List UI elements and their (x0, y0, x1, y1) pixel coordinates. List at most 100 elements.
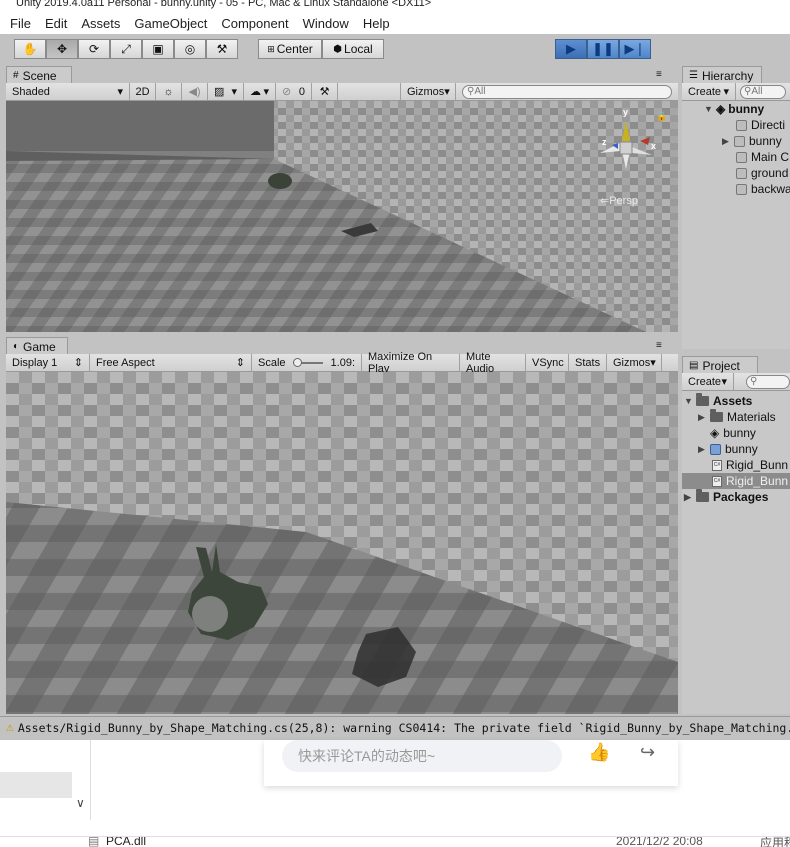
scene-menu-icon[interactable]: ≡ (656, 69, 662, 80)
move-tool-button[interactable]: ✥ (46, 39, 78, 59)
transform-tool-button[interactable]: ◎ (174, 39, 206, 59)
file-list-row[interactable]: ▤ PCA.dll 2021/12/2 20:08 应用程 (0, 836, 790, 847)
hierarchy-item[interactable]: backwa (736, 181, 790, 197)
speaker-icon: ◀) (188, 86, 201, 98)
effects-dropdown[interactable]: ▨ ▾ (208, 83, 244, 100)
warning-icon: ⚠ (6, 720, 14, 735)
tab-hierarchy[interactable]: ☰ Hierarchy (682, 66, 762, 84)
chevron-down-icon[interactable]: ∨ (76, 796, 85, 810)
project-packages-folder[interactable]: ▶ Packages (684, 489, 768, 505)
persp-label[interactable]: ⇐Persp (600, 194, 638, 207)
scene-root-label: bunny (728, 102, 765, 116)
audio-toggle[interactable]: ◀) (182, 83, 208, 100)
project-item[interactable]: ▶ Materials (698, 409, 776, 425)
project-create-dropdown[interactable]: Create ▾ (682, 373, 734, 390)
gameobject-icon (736, 183, 747, 195)
hierarchy-scene-root[interactable]: ▼ ◈ bunny (704, 101, 764, 117)
rect-tool-button[interactable]: ▣ (142, 39, 174, 59)
hierarchy-tab-label: Hierarchy (701, 68, 754, 83)
scale-thumb[interactable] (293, 357, 303, 367)
project-item-selected[interactable]: C# Rigid_Bunn (682, 473, 790, 489)
game-gizmos-dropdown[interactable]: Gizmos ▾ (607, 354, 662, 371)
hidden-objects-toggle[interactable]: ⊘ 0 (276, 83, 312, 100)
game-viewport[interactable] (6, 372, 678, 714)
expand-arrow-icon[interactable]: ▶ (722, 136, 734, 147)
status-message: Assets/Rigid_Bunny_by_Shape_Matching.cs(… (17, 720, 790, 735)
project-tab-label: Project (702, 358, 740, 373)
pause-button[interactable]: ❚❚ (587, 39, 619, 59)
menu-help[interactable]: Help (363, 16, 390, 31)
dropdown-arrow-icon: ▾ (650, 357, 656, 369)
lock-icon[interactable]: 🔒 (656, 111, 667, 122)
game-menu-icon[interactable]: ≡ (656, 340, 662, 351)
menu-edit[interactable]: Edit (45, 16, 67, 31)
tab-scene[interactable]: # Scene (6, 66, 72, 84)
expand-arrow-icon[interactable]: ▶ (698, 444, 710, 455)
share-icon[interactable]: ↪ (640, 742, 655, 763)
menu-gameobject[interactable]: GameObject (134, 16, 207, 31)
expand-arrow-icon[interactable]: ▼ (684, 396, 696, 406)
expand-arrow-icon[interactable]: ▶ (698, 412, 710, 423)
transform-icon: ◎ (184, 42, 196, 56)
mute-audio-toggle[interactable]: Mute Audio (460, 351, 526, 375)
hierarchy-item[interactable]: Directi (736, 117, 785, 133)
project-item[interactable]: ▶ bunny (698, 441, 758, 457)
maximize-on-play-toggle[interactable]: Maximize On Play (362, 351, 460, 375)
menu-component[interactable]: Component (221, 16, 288, 31)
step-button[interactable]: ▶❘ (619, 39, 651, 59)
play-icon: ▶ (566, 41, 576, 56)
custom-tool-button[interactable]: ⚒ (206, 39, 238, 59)
scale-tool-button[interactable]: ⤢ (110, 39, 142, 59)
expand-arrow-icon[interactable]: ▶ (684, 492, 696, 503)
tab-project[interactable]: ▤ Project (682, 356, 758, 374)
hierarchy-search-input[interactable]: ⚲ All (740, 84, 786, 99)
tab-game[interactable]: ◐ Game (6, 337, 68, 355)
lighting-toggle[interactable]: ☼ (156, 83, 182, 100)
menu-file[interactable]: File (10, 16, 31, 31)
dropdown-arrow-icon: ▾ (723, 86, 729, 98)
like-icon[interactable]: 👍 (588, 742, 610, 763)
dropdown-arrow-icon: ⇕ (73, 357, 83, 369)
scale-track[interactable] (293, 357, 324, 367)
scene-toolbar: Shaded ▾ 2D ☼ ◀) ▨ ▾ ☁ ▾ ⊘ 0 ⚒ Gizmos ▾ ⚲ All (6, 83, 678, 101)
pivot-space-button[interactable]: ⬢ Local (322, 39, 384, 59)
gizmos-label: Gizmos (407, 85, 445, 98)
scene-search-input[interactable]: ⚲ All (462, 84, 672, 99)
display-dropdown[interactable]: Display 1 ⇕ (6, 354, 90, 371)
project-assets-folder[interactable]: ▼ Assets (684, 393, 752, 409)
hierarchy-item[interactable]: ground (736, 165, 788, 181)
scene-viewport[interactable]: y z x ⇐Persp 🔒 (6, 101, 678, 332)
search-icon: ⚲ (467, 86, 475, 97)
hierarchy-create-dropdown[interactable]: Create ▾ (682, 83, 736, 100)
rotate-tool-button[interactable]: ⟳ (78, 39, 110, 59)
comment-input[interactable]: 快来评论TA的动态吧~ (282, 740, 562, 772)
axis-x-label: x (651, 141, 657, 151)
gameobject-icon (736, 119, 747, 131)
console-status-bar[interactable]: ⚠ Assets/Rigid_Bunny_by_Shape_Matching.c… (0, 716, 790, 738)
orientation-gizmo[interactable]: y z x (596, 107, 657, 179)
aspect-dropdown[interactable]: Free Aspect ⇕ (90, 354, 252, 371)
menu-assets[interactable]: Assets (81, 16, 120, 31)
play-button[interactable]: ▶ (555, 39, 587, 59)
menu-window[interactable]: Window (303, 16, 349, 31)
camera-dropdown[interactable]: ☁ ▾ (244, 83, 276, 100)
scene-gizmos-dropdown[interactable]: Gizmos ▾ (400, 83, 456, 100)
unity-editor-window: Unity 2019.4.0a11 Personal - bunny.unity… (0, 0, 790, 740)
hierarchy-item[interactable]: Main C (736, 149, 789, 165)
gameobject-icon (734, 135, 745, 147)
tools-toggle[interactable]: ⚒ (312, 83, 338, 100)
project-item[interactable]: ◈ bunny (710, 425, 756, 441)
pivot-mode-button[interactable]: ⊞ Center (258, 39, 322, 59)
vsync-toggle[interactable]: VSync (526, 354, 569, 371)
project-item[interactable]: C# Rigid_Bunn (712, 457, 788, 473)
hand-tool-button[interactable]: ✋ (14, 39, 46, 59)
project-search-input[interactable]: ⚲ (746, 374, 790, 389)
project-item-label: Materials (727, 410, 776, 424)
scale-slider[interactable]: Scale 1.09: (252, 354, 362, 371)
stats-toggle[interactable]: Stats (569, 354, 607, 371)
prefab-icon (710, 443, 721, 455)
shading-mode-dropdown[interactable]: Shaded ▾ (6, 83, 130, 100)
expand-arrow-icon[interactable]: ▼ (704, 104, 716, 114)
toggle-2d-button[interactable]: 2D (130, 83, 156, 100)
hierarchy-item[interactable]: ▶ bunny (722, 133, 782, 149)
